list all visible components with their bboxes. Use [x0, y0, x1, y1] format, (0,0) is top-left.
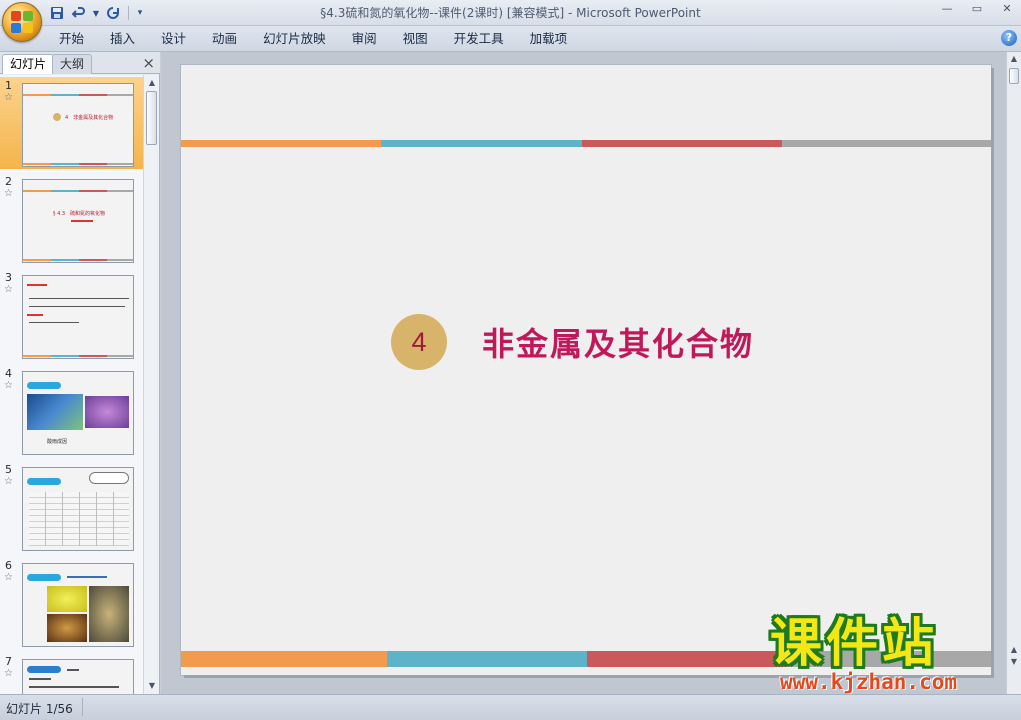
tab-outline[interactable]: 大纲	[52, 54, 93, 74]
volcano-image	[89, 586, 129, 642]
slide-thumbnail-1[interactable]: 1 ☆ 4 非金属及其化合物	[0, 77, 143, 169]
animation-star-icon: ☆	[4, 476, 13, 487]
slide-thumbnail-4[interactable]: 4 ☆ 酸雨成因	[0, 365, 143, 457]
panel-tabs: 幻灯片 大纲 ×	[0, 52, 160, 74]
animation-star-icon: ☆	[4, 284, 13, 295]
status-bar: 幻灯片 1/56	[0, 694, 1021, 720]
help-icon[interactable]: ?	[1001, 30, 1017, 46]
thumbnail-title: 4 非金属及其化合物	[65, 115, 114, 121]
tab-insert[interactable]: 插入	[97, 26, 148, 52]
slide-preview	[22, 467, 134, 551]
qat-divider	[128, 6, 129, 20]
top-color-bar	[181, 140, 991, 147]
tab-design[interactable]: 设计	[148, 26, 199, 52]
slide-number: 5	[5, 463, 12, 476]
slide-number: 3	[5, 271, 12, 284]
window-title: §4.3硫和氮的氧化物--课件(2课时) [兼容模式] - Microsoft …	[320, 6, 701, 20]
slide-number: 1	[5, 79, 12, 92]
tab-developer[interactable]: 开发工具	[441, 26, 517, 52]
weather-image	[27, 394, 83, 430]
animation-star-icon: ☆	[4, 572, 13, 583]
office-button[interactable]	[2, 2, 42, 42]
scroll-up-icon[interactable]: ▲	[1007, 52, 1021, 66]
slide-thumbnail-3[interactable]: 3 ☆	[0, 269, 143, 361]
slide-preview	[22, 275, 134, 359]
slide-thumbnail-5[interactable]: 5 ☆	[0, 461, 143, 553]
tab-review[interactable]: 审阅	[339, 26, 390, 52]
slide-number: 4	[5, 367, 12, 380]
undo-icon[interactable]	[70, 4, 88, 22]
mineral-image	[47, 614, 87, 642]
current-slide[interactable]: 4 非金属及其化合物	[181, 65, 991, 675]
slide-preview: 酸雨成因	[22, 371, 134, 455]
slide-thumbnail-6[interactable]: 6 ☆	[0, 557, 143, 649]
watermark-url: www.kjzhan.com	[780, 670, 958, 694]
watermark-logo: 课件站 www.kjzhan.com	[770, 616, 1010, 694]
scroll-up-icon[interactable]: ▲	[145, 76, 159, 90]
slide-counter: 幻灯片 1/56	[6, 702, 73, 716]
window-controls: — ▭ ✕	[939, 2, 1015, 15]
animation-star-icon: ☆	[4, 188, 13, 199]
animation-star-icon: ☆	[4, 380, 13, 391]
slide-title[interactable]: 非金属及其化合物	[482, 319, 754, 365]
animation-star-icon: ☆	[4, 668, 13, 679]
slides-panel: 幻灯片 大纲 × 1 ☆ 4 非金属及其化合物 2 ☆ § 4.3 硫和氮的氧化…	[0, 52, 160, 694]
animation-star-icon: ☆	[4, 92, 13, 103]
slide-thumbnail-2[interactable]: 2 ☆ § 4.3 硫和氮的氧化物	[0, 173, 143, 265]
map-image	[85, 396, 129, 428]
thumbnail-list: 1 ☆ 4 非金属及其化合物 2 ☆ § 4.3 硫和氮的氧化物 3 ☆ 4 ☆…	[0, 75, 143, 694]
close-icon[interactable]: ✕	[999, 2, 1015, 15]
save-icon[interactable]	[48, 4, 66, 22]
chapter-number-badge: 4	[391, 314, 447, 370]
slide-preview: 4 非金属及其化合物	[22, 83, 134, 167]
ribbon-tabs: 开始 插入 设计 动画 幻灯片放映 审阅 视图 开发工具 加载项	[46, 26, 580, 52]
watermark-title: 课件站	[770, 614, 939, 674]
tab-addins[interactable]: 加载项	[517, 26, 581, 52]
status-divider	[82, 698, 83, 716]
slide-number: 7	[5, 655, 12, 668]
slide-number: 6	[5, 559, 12, 572]
main-scrollbar[interactable]: ▲ ▲ ▼	[1006, 52, 1021, 694]
tab-view[interactable]: 视图	[390, 26, 441, 52]
tab-home[interactable]: 开始	[46, 26, 97, 52]
sulfur-image	[47, 586, 87, 612]
close-icon[interactable]: ×	[142, 54, 155, 72]
slide-preview: § 4.3 硫和氮的氧化物	[22, 179, 134, 263]
chevron-down-icon[interactable]: ▼	[92, 4, 100, 22]
minimize-icon[interactable]: —	[939, 2, 955, 15]
ribbon: 开始 插入 设计 动画 幻灯片放映 审阅 视图 开发工具 加载项 ?	[0, 26, 1021, 52]
title-bar: §4.3硫和氮的氧化物--课件(2课时) [兼容模式] - Microsoft …	[0, 0, 1021, 26]
tab-slideshow[interactable]: 幻灯片放映	[250, 26, 339, 52]
office-logo-icon	[11, 11, 33, 33]
quick-access-toolbar: ▼ ▾	[48, 4, 145, 22]
tab-slides[interactable]: 幻灯片	[2, 54, 55, 74]
slide-preview	[22, 563, 134, 647]
panel-scrollbar[interactable]: ▲ ▼	[143, 75, 159, 694]
tab-animations[interactable]: 动画	[199, 26, 250, 52]
slide-number: 2	[5, 175, 12, 188]
thumbnail-title: § 4.3 硫和氮的氧化物	[53, 211, 106, 217]
maximize-icon[interactable]: ▭	[969, 2, 985, 15]
scroll-down-icon[interactable]: ▼	[145, 679, 159, 693]
scroll-thumb[interactable]	[1009, 68, 1019, 84]
thumbnail-line	[71, 220, 93, 222]
scroll-thumb[interactable]	[146, 91, 157, 145]
redo-icon[interactable]	[104, 4, 122, 22]
slide-preview	[22, 659, 134, 694]
customize-icon[interactable]: ▾	[135, 4, 145, 22]
slide-thumbnail-7[interactable]: 7 ☆	[0, 653, 143, 694]
thumbnail-caption: 酸雨成因	[47, 439, 68, 445]
